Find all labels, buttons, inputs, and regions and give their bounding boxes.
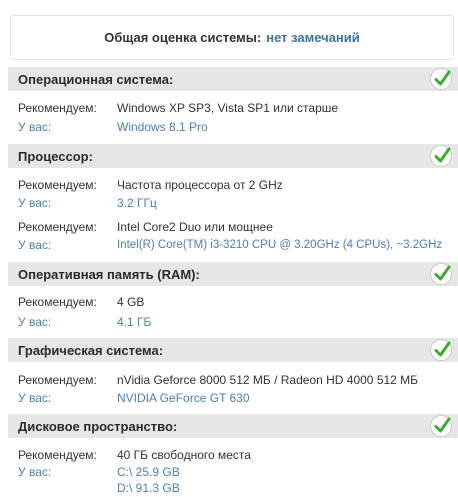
checkmark-icon: [430, 339, 452, 361]
user-value: Windows 8.1 Pro: [117, 120, 208, 134]
recommended-value: 4 GB: [117, 295, 145, 309]
section-header-disk: Дисковое пространство:: [8, 414, 458, 438]
user-label: У вас:: [18, 315, 52, 329]
user-value: 3.2 ГГц: [117, 196, 157, 210]
recommended-value: Intel Core2 Duo или мощнее: [117, 220, 273, 234]
recommended-label: Рекомендуем:: [18, 448, 97, 462]
section-title: Дисковое пространство:: [18, 418, 178, 434]
recommended-label: Рекомендуем:: [18, 295, 97, 309]
user-value: 4.1 ГБ: [117, 315, 152, 329]
checkmark-icon: [430, 68, 452, 90]
user-value: C:\ 25.9 GB: [117, 465, 180, 479]
user-label: У вас:: [18, 391, 52, 405]
recommended-label: Рекомендуем:: [18, 220, 97, 234]
recommended-value: Windows XP SP3, Vista SP1 или старше: [117, 101, 339, 115]
user-label: У вас:: [18, 465, 52, 479]
recommended-value: Частота процессора от 2 GHz: [117, 178, 283, 192]
summary-value: нет замечаний: [266, 30, 360, 45]
section-header-gpu: Графическая система:: [8, 338, 458, 362]
user-label: У вас:: [18, 238, 52, 252]
recommended-label: Рекомендуем:: [18, 101, 97, 115]
checkmark-icon: [430, 263, 452, 285]
summary-label: Общая оценка системы:: [104, 30, 262, 45]
section-header-os: Операционная система:: [8, 67, 458, 91]
user-value: NVIDIA GeForce GT 630: [117, 391, 250, 405]
checkmark-icon: [430, 145, 452, 167]
checkmark-icon: [430, 415, 452, 437]
user-label: У вас:: [18, 196, 52, 210]
section-title: Процессор:: [18, 148, 93, 164]
user-label: У вас:: [18, 120, 52, 134]
user-value: D:\ 91.3 GB: [117, 481, 180, 495]
recommended-value: nVidia Geforce 8000 512 МБ / Radeon HD 4…: [117, 373, 419, 387]
section-title: Операционная система:: [18, 71, 174, 87]
section-title: Оперативная память (RAM):: [18, 266, 200, 282]
user-value: Intel(R) Core(TM) i3-3210 CPU @ 3.20GHz …: [117, 239, 443, 251]
system-summary-box: Общая оценка системы: нет замечаний: [10, 15, 454, 60]
section-header-ram: Оперативная память (RAM):: [8, 262, 458, 286]
section-header-cpu: Процессор:: [8, 144, 458, 168]
section-title: Графическая система:: [18, 342, 164, 358]
recommended-label: Рекомендуем:: [18, 178, 97, 192]
recommended-label: Рекомендуем:: [18, 373, 97, 387]
recommended-value: 40 ГБ свободного места: [117, 448, 251, 462]
